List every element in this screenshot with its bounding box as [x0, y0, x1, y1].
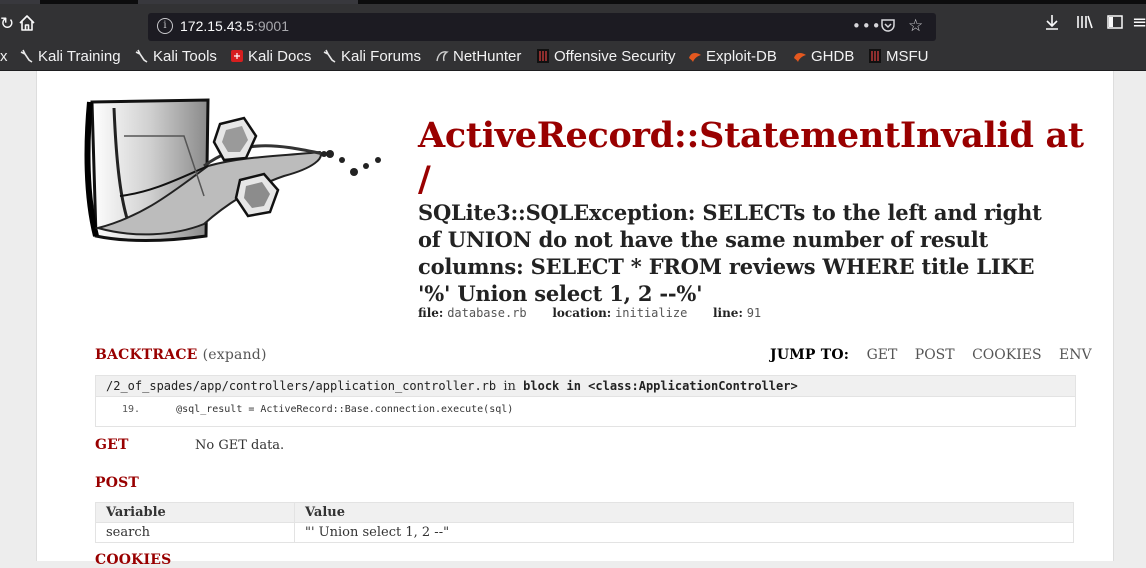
backtrace-code: @sql_result = ActiveRecord::Base.connect…	[140, 404, 514, 415]
home-icon[interactable]	[18, 14, 36, 37]
ghdb-icon	[794, 53, 806, 62]
bookmark-fragment[interactable]: x	[0, 47, 8, 67]
bookmark-msfu[interactable]: MSFU	[868, 47, 929, 67]
table-row: search "' Union select 1, 2 --"	[95, 522, 1074, 543]
bookmark-ghdb[interactable]: GHDB	[793, 47, 854, 67]
nav-toolbar: ↻ i 172.15.43.5:9001 ••• ☆ ≡	[0, 4, 1146, 44]
reload-icon[interactable]: ↻	[0, 14, 14, 34]
splash-drop	[321, 151, 327, 157]
splash-drop	[375, 157, 381, 163]
backtrace-code-line: 19. @sql_result = ActiveRecord::Base.con…	[96, 397, 1075, 423]
backtrace-block: block in <class:ApplicationController>	[523, 379, 798, 393]
menu-icon[interactable]: ≡	[1132, 13, 1146, 33]
location-value: initialize	[615, 306, 688, 320]
bookmark-kali-docs[interactable]: Kali Docs	[230, 47, 311, 67]
post-params-table: Variable Value search "' Union select 1,…	[95, 502, 1074, 543]
backtrace-frame-header[interactable]: /2_of_spades/app/controllers/application…	[96, 376, 1075, 397]
pocket-icon[interactable]	[880, 17, 896, 37]
jump-link-cookies[interactable]: COOKIES	[972, 347, 1041, 363]
kali-docs-icon	[231, 50, 243, 62]
url-bar[interactable]: i 172.15.43.5:9001 ••• ☆	[148, 13, 936, 41]
table-header-row: Variable Value	[95, 502, 1074, 523]
bookmark-nethunter[interactable]: NetHunter	[435, 47, 521, 67]
bookmark-kali-forums[interactable]: Kali Forums	[323, 47, 421, 67]
kali-dragon-icon	[323, 49, 336, 63]
url-text[interactable]: 172.15.43.5:9001	[180, 18, 289, 34]
cookies-heading: COOKIES	[95, 552, 172, 568]
error-message: SQLite3::SQLException: SELECTs to the le…	[418, 200, 1042, 306]
file-label: file:	[418, 306, 444, 320]
get-empty-text: No GET data.	[195, 438, 285, 453]
site-info-icon[interactable]: i	[157, 18, 173, 34]
error-location-meta: file: database.rb location: initialize l…	[418, 306, 761, 320]
page-actions-icon[interactable]: •••	[852, 17, 882, 35]
backtrace-frame[interactable]: /2_of_spades/app/controllers/application…	[95, 375, 1076, 427]
bookmark-kali-training[interactable]: Kali Training	[20, 47, 121, 67]
column-header-variable: Variable	[95, 502, 295, 523]
bookmark-exploit-db[interactable]: Exploit-DB	[688, 47, 777, 67]
sidebar-icon[interactable]	[1106, 13, 1124, 36]
ice-cube	[212, 116, 258, 162]
error-title: ActiveRecord::StatementInvalid at /	[418, 115, 1084, 200]
bookmark-kali-tools[interactable]: Kali Tools	[135, 47, 217, 67]
sinatra-logo-illustration	[84, 98, 381, 242]
bookmark-offensive-security[interactable]: Offensive Security	[536, 47, 675, 67]
kali-dragon-icon	[135, 49, 148, 63]
splash-drop	[326, 150, 334, 158]
offsec-icon	[537, 49, 549, 63]
library-icon[interactable]	[1076, 13, 1094, 36]
jump-to-label: JUMP TO:	[770, 347, 850, 363]
splash-drop	[350, 168, 358, 176]
backtrace-heading: BACKTRACE (expand)	[95, 347, 267, 363]
jump-link-post[interactable]: POST	[915, 347, 955, 363]
kali-dragon-icon	[20, 49, 33, 63]
offsec-icon	[869, 49, 881, 63]
column-header-value: Value	[294, 502, 1074, 523]
backtrace-line-number: 19.	[121, 404, 140, 415]
post-variable-name: search	[95, 522, 295, 543]
splash-drop	[339, 157, 345, 163]
post-heading: POST	[95, 475, 140, 491]
location-label: location:	[552, 306, 612, 320]
backtrace-file-path: /2_of_spades/app/controllers/application…	[106, 379, 497, 393]
get-heading: GET	[95, 437, 129, 453]
jump-link-get[interactable]: GET	[867, 347, 898, 363]
post-variable-value: "' Union select 1, 2 --"	[305, 525, 450, 540]
jump-link-env[interactable]: ENV	[1059, 347, 1092, 363]
line-value: 91	[746, 306, 762, 320]
backtrace-in-word: in	[503, 379, 516, 394]
jump-to-nav: JUMP TO: GET POST COOKIES ENV	[770, 347, 1092, 363]
downloads-icon[interactable]	[1044, 13, 1060, 36]
splash-drop	[363, 163, 369, 169]
nethunter-icon	[436, 51, 449, 62]
file-value: database.rb	[447, 306, 527, 320]
line-label: line:	[712, 306, 743, 320]
bookmark-star-icon[interactable]: ☆	[908, 16, 923, 36]
expand-link[interactable]: (expand)	[203, 347, 267, 363]
exploit-db-icon	[689, 53, 701, 62]
